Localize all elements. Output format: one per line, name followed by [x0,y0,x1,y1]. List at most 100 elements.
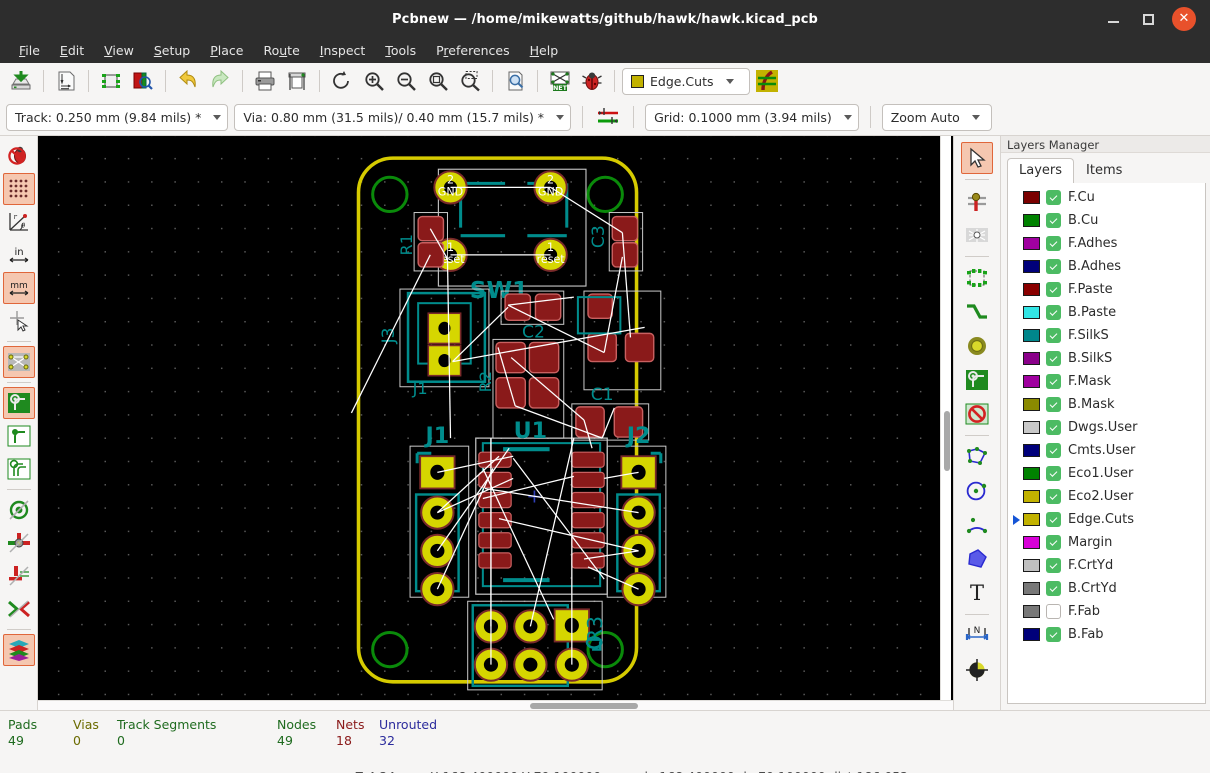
canvas-horizontal-scrollbar[interactable] [38,700,953,710]
layer-visibility-checkbox[interactable] [1046,328,1061,343]
layer-color-swatch[interactable] [1023,559,1040,572]
contrast-mode-icon[interactable] [2,634,35,666]
menu-route[interactable]: Route [253,40,309,61]
print-icon[interactable] [250,67,280,95]
track-width-selector[interactable]: Track: 0.250 mm (9.84 mils) * [6,103,229,131]
layer-color-swatch[interactable] [1023,352,1040,365]
track-via-size-icon[interactable] [594,103,622,131]
layer-color-swatch[interactable] [1023,375,1040,388]
layer-visibility-checkbox[interactable] [1046,351,1061,366]
menu-file[interactable]: File [9,40,50,61]
menu-help[interactable]: Help [520,40,569,61]
layer-visibility-checkbox[interactable] [1046,581,1061,596]
layer-row-margin[interactable]: Margin [1008,531,1205,554]
layer-row-f-mask[interactable]: F.Mask [1008,370,1205,393]
layer-color-swatch[interactable] [1023,191,1040,204]
zoom-out-icon[interactable] [391,67,421,95]
minimize-button[interactable] [1104,9,1124,29]
menu-inspect[interactable]: Inspect [310,40,376,61]
layer-visibility-checkbox[interactable] [1046,236,1061,251]
tab-layers[interactable]: Layers [1007,158,1075,183]
pcb-canvas[interactable]: 2 GND 2 GND 1 reset 1 reset SW1 R1 C3 J3… [38,136,953,710]
layer-row-edge-cuts[interactable]: Edge.Cuts [1008,508,1205,531]
menu-edit[interactable]: Edit [50,40,94,61]
add-polygon-icon[interactable] [961,441,993,473]
undo-icon[interactable] [173,67,203,95]
units-inches-icon[interactable]: in [3,239,35,271]
layer-visibility-checkbox[interactable] [1046,535,1061,550]
add-zone-icon[interactable] [961,364,993,396]
via-size-selector[interactable]: Via: 0.80 mm (31.5 mils)/ 0.40 mm (15.7 … [234,103,572,131]
select-tool-icon[interactable] [961,142,993,174]
grid-selector[interactable]: Grid: 0.1000 mm (3.94 mils) [645,103,859,131]
open-footprint-editor-icon[interactable] [96,67,126,95]
add-dimension-icon[interactable]: N [961,620,993,652]
add-circle-icon[interactable] [961,475,993,507]
layer-row-dwgs-user[interactable]: Dwgs.User [1008,416,1205,439]
layer-visibility-checkbox[interactable] [1046,466,1061,481]
via-sketch-icon[interactable] [3,494,35,526]
layer-color-swatch[interactable] [1023,329,1040,342]
layer-color-swatch[interactable] [1023,605,1040,618]
layer-row-f-paste[interactable]: F.Paste [1008,278,1205,301]
layer-row-b-paste[interactable]: B.Paste [1008,301,1205,324]
layer-color-swatch[interactable] [1023,260,1040,273]
canvas-hscroll-thumb[interactable] [530,703,638,709]
add-graphic-polygon-icon[interactable] [961,543,993,575]
layer-color-swatch[interactable] [1023,536,1040,549]
layer-row-cmts-user[interactable]: Cmts.User [1008,439,1205,462]
layer-color-swatch[interactable] [1023,306,1040,319]
layer-visibility-checkbox[interactable] [1046,374,1061,389]
layer-row-b-crtyd[interactable]: B.CrtYd [1008,577,1205,600]
layer-color-swatch[interactable] [1023,628,1040,641]
footprint-viewer-icon[interactable] [128,67,158,95]
menu-tools[interactable]: Tools [375,40,426,61]
layer-row-eco1-user[interactable]: Eco1.User [1008,462,1205,485]
plot-icon[interactable] [282,67,312,95]
drc-icon[interactable] [577,67,607,95]
set-origin-icon[interactable] [961,654,993,686]
maximize-button[interactable] [1138,9,1158,29]
layer-visibility-checkbox[interactable] [1046,305,1061,320]
layer-visibility-checkbox[interactable] [1046,443,1061,458]
zone-outline-icon[interactable] [3,420,35,452]
layer-visibility-checkbox[interactable] [1046,190,1061,205]
graphic-sketch-icon[interactable] [3,593,35,625]
layer-visibility-checkbox[interactable] [1046,213,1061,228]
layer-row-f-adhes[interactable]: F.Adhes [1008,232,1205,255]
select-layer-pair-icon[interactable] [752,67,782,95]
toggle-grid-icon[interactable] [2,173,35,205]
layer-visibility-checkbox[interactable] [1046,489,1061,504]
toggle-drc-icon[interactable] [3,140,35,172]
layer-row-f-crtyd[interactable]: F.CrtYd [1008,554,1205,577]
layer-color-swatch[interactable] [1023,467,1040,480]
layer-color-swatch[interactable] [1023,237,1040,250]
menu-place[interactable]: Place [200,40,253,61]
zoom-in-icon[interactable] [359,67,389,95]
layer-color-swatch[interactable] [1023,214,1040,227]
cursor-shape-icon[interactable] [3,305,35,337]
close-button[interactable]: ✕ [1172,7,1196,31]
layer-row-b-cu[interactable]: B.Cu [1008,209,1205,232]
canvas-vscroll-thumb[interactable] [944,411,950,471]
layer-row-b-adhes[interactable]: B.Adhes [1008,255,1205,278]
fill-zones-icon[interactable] [2,387,35,419]
layer-visibility-checkbox[interactable] [1046,282,1061,297]
layer-visibility-checkbox[interactable] [1046,627,1061,642]
layer-row-f-cu[interactable]: F.Cu [1008,186,1205,209]
units-mm-icon[interactable]: mm [2,272,35,304]
polar-coords-icon[interactable]: r θ [3,206,35,238]
active-layer-selector[interactable]: Edge.Cuts [622,67,750,95]
layer-visibility-checkbox[interactable] [1046,420,1061,435]
show-ratsnest-icon[interactable] [2,346,35,378]
layer-color-swatch[interactable] [1023,398,1040,411]
add-keepout-icon[interactable] [961,398,993,430]
layer-row-b-fab[interactable]: B.Fab [1008,623,1205,646]
route-track-icon[interactable] [961,296,993,328]
zone-sketch-icon[interactable] [3,453,35,485]
layer-visibility-checkbox[interactable] [1046,512,1061,527]
canvas-vertical-scrollbar[interactable] [940,136,951,710]
menu-view[interactable]: View [94,40,144,61]
local-ratsnest-icon[interactable] [961,219,993,251]
layer-visibility-checkbox[interactable] [1046,397,1061,412]
